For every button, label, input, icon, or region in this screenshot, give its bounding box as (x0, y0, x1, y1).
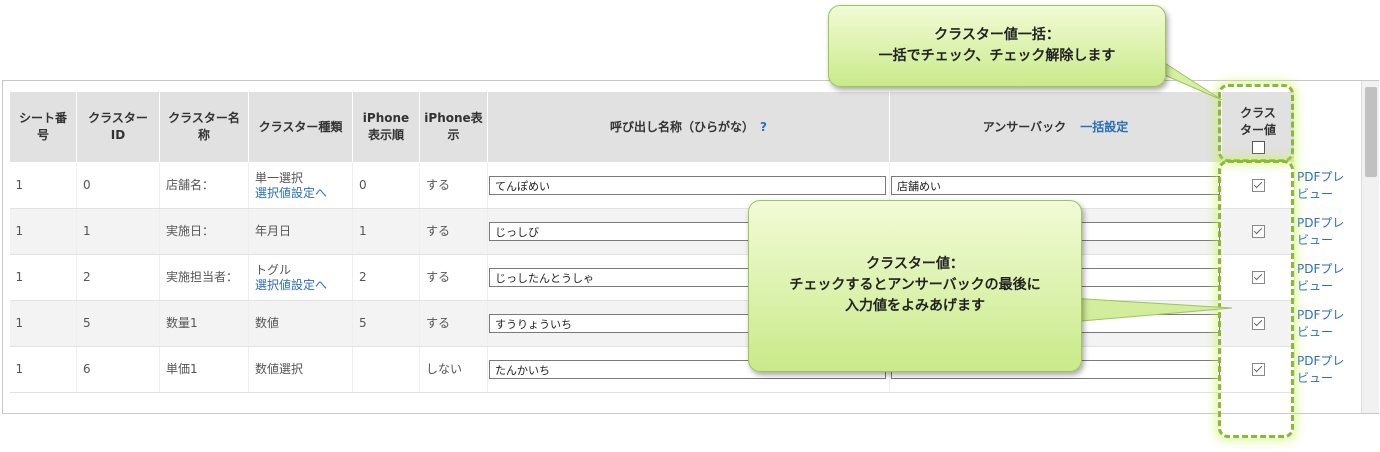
callout-title: クラスター値： (866, 256, 964, 272)
bulk-cluster-value-callout: クラスター値一括： 一括でチェック、チェック解除します (828, 5, 1166, 87)
cluster-value-callout: クラスター値： チェックするとアンサーバックの最後に 入力値をよみあげます (748, 200, 1082, 372)
callout-text: 入力値をよみあげます (845, 298, 985, 314)
callout-text: チェックするとアンサーバックの最後に (789, 277, 1041, 293)
callout-tails (1069, 59, 1233, 323)
callout-text: 一括でチェック、チェック解除します (878, 48, 1116, 64)
callout-title: クラスター値一括： (934, 27, 1060, 43)
